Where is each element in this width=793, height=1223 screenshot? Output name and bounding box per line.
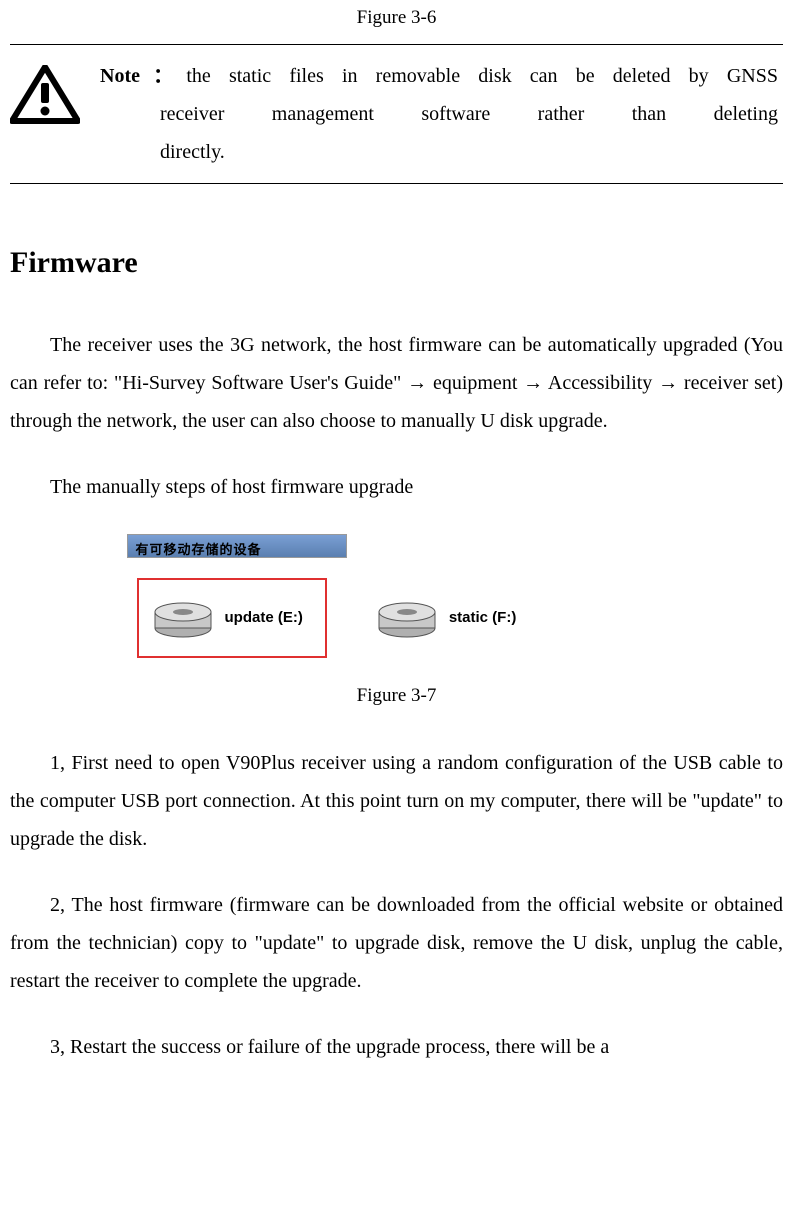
drive-icon xyxy=(377,598,437,638)
paragraph-step2: 2, The host firmware (firmware can be do… xyxy=(10,886,783,1000)
paragraph-intro: The receiver uses the 3G network, the ho… xyxy=(10,326,783,440)
drive-static-label: static (F:) xyxy=(449,604,517,633)
note-label: Note： xyxy=(100,65,186,87)
figure-caption-top: Figure 3-6 xyxy=(10,0,783,36)
paragraph-step3: 3, Restart the success or failure of the… xyxy=(10,1028,783,1066)
section-heading-firmware: Firmware xyxy=(10,234,783,291)
warning-icon xyxy=(10,65,80,125)
drives-row: update (E:) static (F:) xyxy=(127,558,667,678)
drives-header: 有可移动存储的设备 xyxy=(127,534,347,558)
note-text: Note：the static files in removable disk … xyxy=(100,57,783,171)
note-line3: directly. xyxy=(100,133,778,171)
drive-update-label: update (E:) xyxy=(225,604,303,633)
note-line1: the static files in removable disk can b… xyxy=(186,65,778,87)
drives-screenshot: 有可移动存储的设备 update (E:) static (F:) xyxy=(127,534,667,678)
note-line2: receiver management software rather than… xyxy=(100,95,778,133)
figure-caption-mid: Figure 3-7 xyxy=(10,678,783,714)
note-callout: Note：the static files in removable disk … xyxy=(10,44,783,184)
drive-static: static (F:) xyxy=(377,598,517,638)
drives-header-text: 有可移动存储的设备 xyxy=(128,535,346,558)
paragraph-steps-intro: The manually steps of host firmware upgr… xyxy=(10,468,783,506)
drive-update: update (E:) xyxy=(137,578,327,658)
drive-icon xyxy=(153,598,213,638)
paragraph-step1: 1, First need to open V90Plus receiver u… xyxy=(10,744,783,858)
